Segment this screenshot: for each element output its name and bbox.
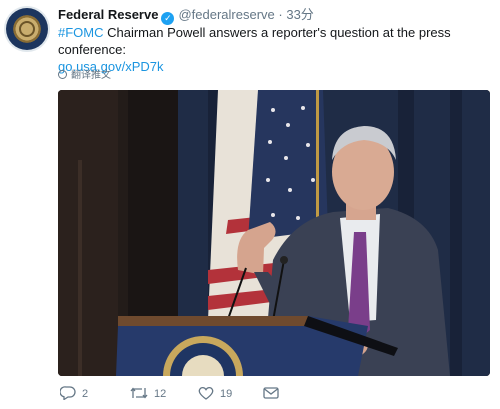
translate-tweet-button[interactable]: 翻译推文 [58,66,111,81]
author-handle[interactable]: @federalreserve [178,7,274,22]
federal-reserve-seal-avatar[interactable] [6,8,48,50]
reply-icon [59,386,76,401]
like-count: 19 [220,388,233,400]
tweet-body: Chairman Powell answers a reporter's que… [58,25,451,57]
retweet-button[interactable]: 12 [130,386,166,400]
tweet-text: #FOMC Chairman Powell answers a reporter… [58,24,494,75]
separator-dot: · [278,7,283,22]
retweet-count: 12 [154,388,167,400]
tweet-header: Federal Reserve ✓ @federalreserve · 33分 [58,7,314,25]
heart-icon [198,387,214,400]
retweet-icon [130,387,148,399]
translate-label: 翻译推文 [71,70,111,81]
reply-button[interactable]: 2 [59,386,89,401]
tweet-timestamp[interactable]: 33分 [286,7,313,22]
globe-icon [58,70,67,79]
tweet-photo[interactable] [58,90,490,376]
author-name[interactable]: Federal Reserve [58,7,158,22]
envelope-icon [263,387,279,399]
like-button[interactable]: 19 [198,386,232,400]
tweet-card[interactable]: Federal Reserve ✓ @federalreserve · 33分 #F… [0,0,500,409]
reply-count: 2 [82,388,89,400]
press-conference-photo [58,90,490,376]
hashtag-link[interactable]: #FOMC [58,25,104,40]
direct-message-button[interactable] [263,386,285,400]
